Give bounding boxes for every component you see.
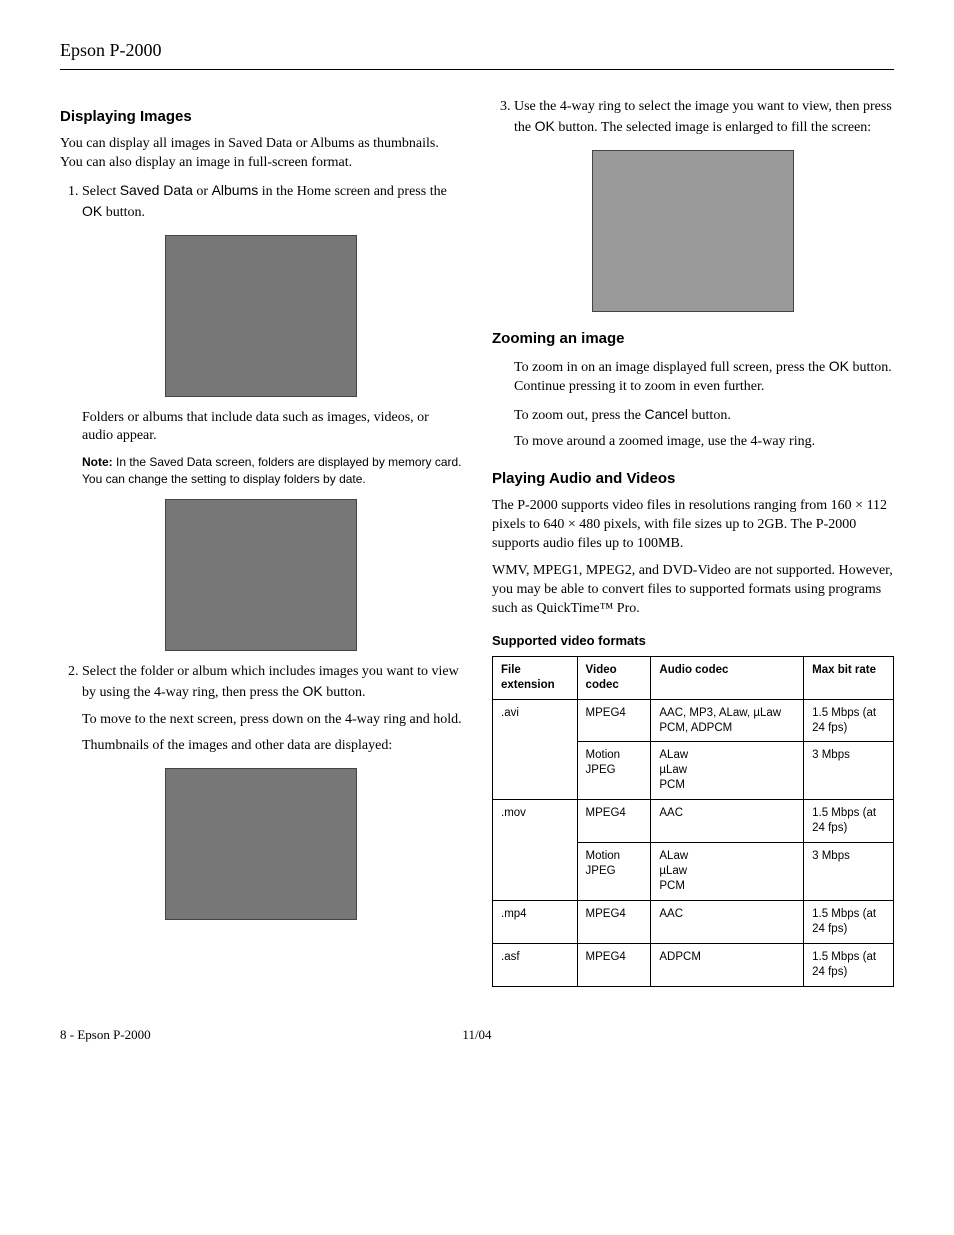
ok-label-4: OK <box>829 358 849 374</box>
th-max-bitrate: Max bit rate <box>804 656 894 699</box>
step1-text-e: in the Home screen and press the <box>258 184 447 199</box>
zoom-p3: To move around a zoomed image, use the 4… <box>514 433 894 452</box>
cell-ac: ADPCM <box>651 943 804 986</box>
ok-label: OK <box>82 203 102 219</box>
zoom2-c: button. <box>688 408 731 423</box>
ok-label-2: OK <box>302 683 322 699</box>
thumbnails-paragraph: Thumbnails of the images and other data … <box>82 737 462 756</box>
step2-text-c: button. <box>323 685 366 700</box>
cell-ac: AAC <box>651 800 804 843</box>
footer-left: 8 - Epson P-2000 <box>60 1027 151 1043</box>
cell-br: 3 Mbps <box>804 843 894 901</box>
cell-ext: .mp4 <box>493 900 578 943</box>
cell-vc: MPEG4 <box>577 943 651 986</box>
left-column: Displaying Images You can display all im… <box>60 90 462 987</box>
table-header-row: File extension Video codec Audio codec M… <box>493 656 894 699</box>
video-formats-table: File extension Video codec Audio codec M… <box>492 656 894 987</box>
content-columns: Displaying Images You can display all im… <box>60 90 894 987</box>
cell-ac: ALaw µLaw PCM <box>651 742 804 800</box>
heading-playing: Playing Audio and Videos <box>492 470 894 487</box>
fullscreen-image <box>592 150 794 312</box>
heading-supported-formats: Supported video formats <box>492 633 894 648</box>
step-1: Select Saved Data or Albums in the Home … <box>82 181 462 223</box>
steps-list-right: Use the 4-way ring to select the image y… <box>492 98 894 138</box>
home-screen-image <box>165 235 357 397</box>
cell-ext: .mov <box>493 800 578 901</box>
albums-label: Albums <box>212 182 259 198</box>
step-3: Use the 4-way ring to select the image y… <box>514 98 894 138</box>
th-audio-codec: Audio codec <box>651 656 804 699</box>
zoom-p1: To zoom in on an image displayed full sc… <box>514 357 894 397</box>
intro-paragraph: You can display all images in Saved Data… <box>60 135 462 173</box>
cell-vc: MPEG4 <box>577 900 651 943</box>
cell-ext: .avi <box>493 699 578 800</box>
step-2: Select the folder or album which include… <box>82 663 462 757</box>
cell-br: 1.5 Mbps (at 24 fps) <box>804 800 894 843</box>
page-header: Epson P-2000 <box>60 40 894 70</box>
zoom-section: To zoom in on an image displayed full sc… <box>514 357 894 453</box>
cell-ext: .asf <box>493 943 578 986</box>
move-paragraph: To move to the next screen, press down o… <box>82 711 462 730</box>
play-p2: WMV, MPEG1, MPEG2, and DVD-Video are not… <box>492 562 894 619</box>
cell-br: 1.5 Mbps (at 24 fps) <box>804 943 894 986</box>
step2-text-a: Select the folder or album which include… <box>82 664 459 700</box>
cell-vc: MPEG4 <box>577 699 651 742</box>
note-text: In the Saved Data screen, folders are di… <box>82 455 462 485</box>
cell-br: 1.5 Mbps (at 24 fps) <box>804 699 894 742</box>
steps-list-left: Select Saved Data or Albums in the Home … <box>60 181 462 223</box>
right-column: Use the 4-way ring to select the image y… <box>492 90 894 987</box>
zoom-p2: To zoom out, press the Cancel button. <box>514 405 894 426</box>
heading-displaying-images: Displaying Images <box>60 108 462 125</box>
cell-ac: AAC, MP3, ALaw, µLaw PCM, ADPCM <box>651 699 804 742</box>
cancel-label: Cancel <box>644 406 688 422</box>
th-video-codec: Video codec <box>577 656 651 699</box>
heading-zooming: Zooming an image <box>492 330 894 347</box>
th-file-extension: File extension <box>493 656 578 699</box>
step1-text-g: button. <box>102 205 145 220</box>
table-row: .avi MPEG4 AAC, MP3, ALaw, µLaw PCM, ADP… <box>493 699 894 742</box>
page-footer: 8 - Epson P-2000 11/04 <box>60 1027 894 1045</box>
table-row: .mov MPEG4 AAC 1.5 Mbps (at 24 fps) <box>493 800 894 843</box>
step3-text-c: button. The selected image is enlarged t… <box>555 120 871 135</box>
folders-paragraph: Folders or albums that include data such… <box>82 409 462 447</box>
cell-vc: Motion JPEG <box>577 843 651 901</box>
play-p1: The P-2000 supports video files in resol… <box>492 497 894 554</box>
saved-data-screen-image <box>165 499 357 651</box>
step1-text-c: or <box>193 184 212 199</box>
note-paragraph: Note: In the Saved Data screen, folders … <box>82 454 462 486</box>
footer-center: 11/04 <box>462 1027 491 1043</box>
zoom1-a: To zoom in on an image displayed full sc… <box>514 360 829 375</box>
zoom2-a: To zoom out, press the <box>514 408 644 423</box>
table-row: .asf MPEG4 ADPCM 1.5 Mbps (at 24 fps) <box>493 943 894 986</box>
steps-list-left-2: Select the folder or album which include… <box>60 663 462 757</box>
ok-label-3: OK <box>535 118 555 134</box>
cell-ac: AAC <box>651 900 804 943</box>
cell-vc: MPEG4 <box>577 800 651 843</box>
saved-data-label: Saved Data <box>120 182 193 198</box>
table-row: .mp4 MPEG4 AAC 1.5 Mbps (at 24 fps) <box>493 900 894 943</box>
step1-text-a: Select <box>82 184 120 199</box>
cell-vc: Motion JPEG <box>577 742 651 800</box>
cell-ac: ALaw µLaw PCM <box>651 843 804 901</box>
note-label: Note: <box>82 455 113 469</box>
cell-br: 3 Mbps <box>804 742 894 800</box>
cell-br: 1.5 Mbps (at 24 fps) <box>804 900 894 943</box>
thumbnails-screen-image <box>165 768 357 920</box>
